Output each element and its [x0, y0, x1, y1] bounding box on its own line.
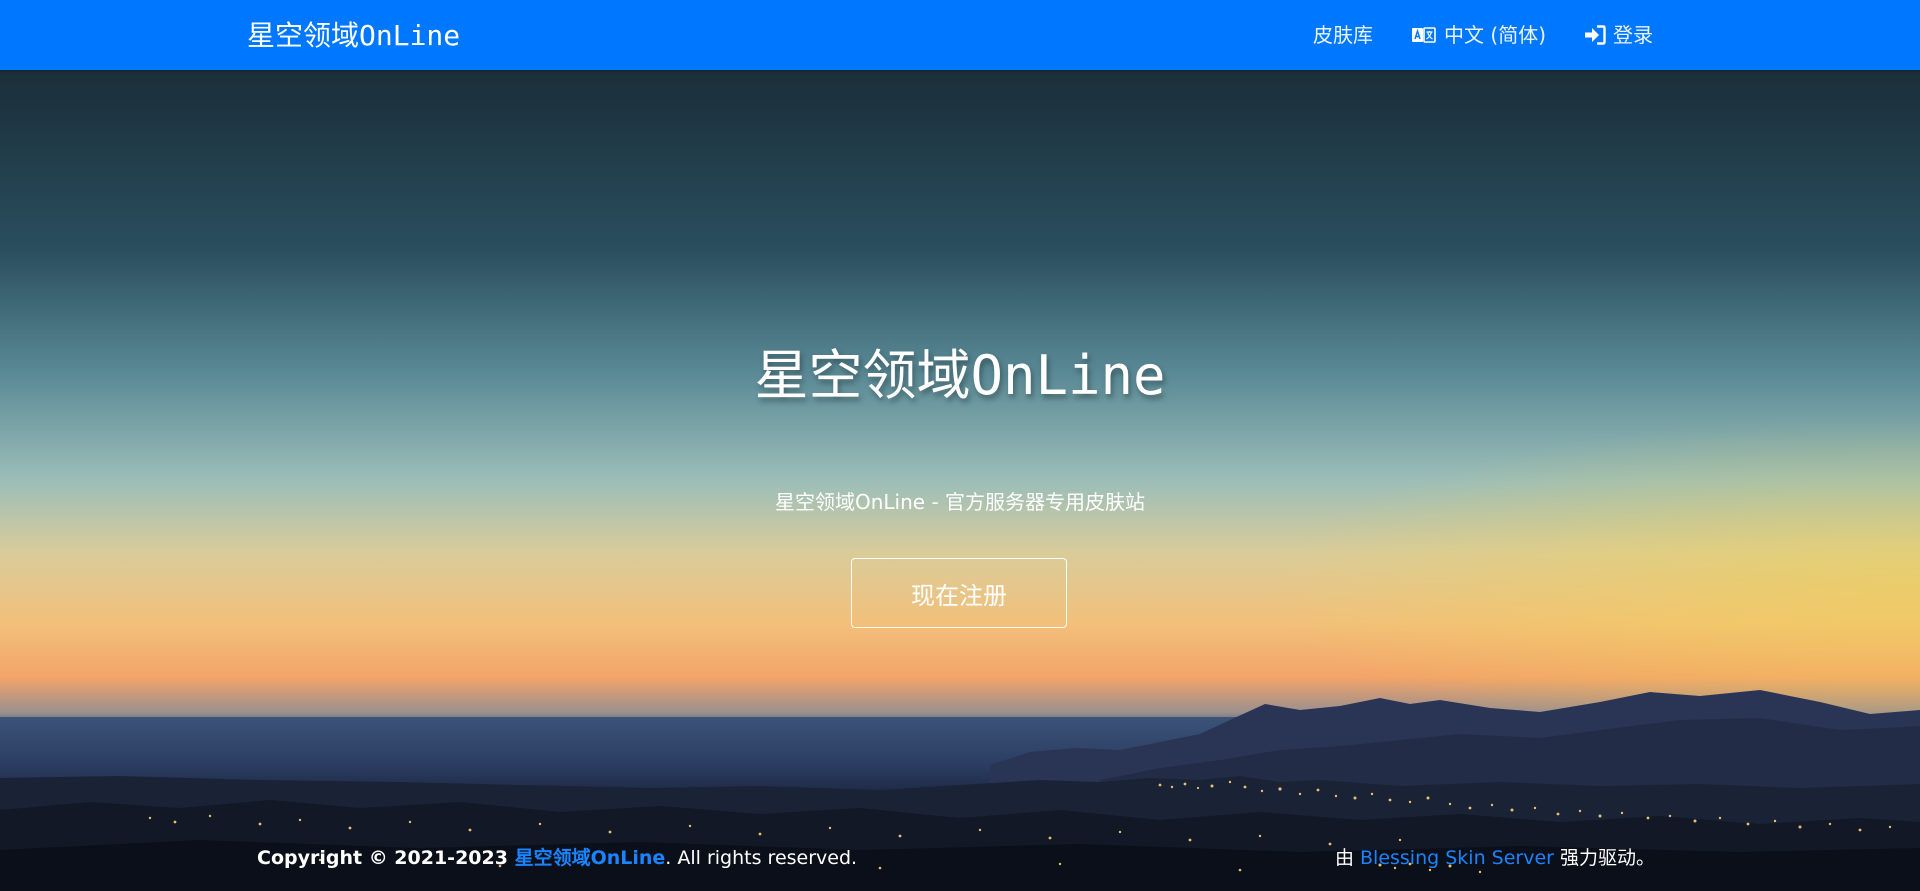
footer-powered-prefix: 由 — [1334, 847, 1360, 869]
nav-skin-library-link[interactable]: 皮肤库 — [1313, 22, 1373, 48]
footer-powered-suffix: 强力驱动。 — [1553, 847, 1655, 869]
top-navbar: 星空领域OnLine 皮肤库 中文 (简体) 登录 — [0, 0, 1920, 70]
footer-copyright-suffix: . All rights reserved. — [665, 847, 858, 869]
hero-title: 星空领域OnLine — [754, 344, 1166, 407]
register-now-button[interactable]: 现在注册 — [851, 558, 1067, 628]
hero-subtitle: 星空领域OnLine - 官方服务器专用皮肤站 — [774, 490, 1146, 514]
footer-copyright: Copyright © 2021-2023 星空领域OnLine. All ri… — [257, 846, 857, 870]
sign-in-icon — [1585, 25, 1606, 45]
footer-copyright-prefix: Copyright © 2021-2023 — [257, 847, 515, 869]
footer-site-link[interactable]: 星空领域OnLine — [515, 847, 666, 869]
nav-login-link[interactable]: 登录 — [1584, 22, 1653, 48]
nav-language-label: 中文 (简体) — [1444, 23, 1546, 47]
nav-login-label: 登录 — [1613, 23, 1653, 47]
language-icon — [1412, 27, 1436, 43]
brand-logo-text[interactable]: 星空领域OnLine — [247, 19, 460, 53]
nav-language-dropdown[interactable]: 中文 (简体) — [1411, 22, 1546, 48]
blessing-skin-server-link[interactable]: Blessing Skin Server — [1360, 847, 1554, 869]
nav-skin-library-label: 皮肤库 — [1313, 23, 1374, 47]
page: 星空领域OnLine 皮肤库 中文 (简体) 登录 星空领域OnLine 星空领… — [0, 0, 1920, 891]
nav-right-menu: 皮肤库 中文 (简体) 登录 — [1313, 22, 1653, 48]
footer-powered-by: 由 Blessing Skin Server 强力驱动。 — [1335, 846, 1655, 870]
